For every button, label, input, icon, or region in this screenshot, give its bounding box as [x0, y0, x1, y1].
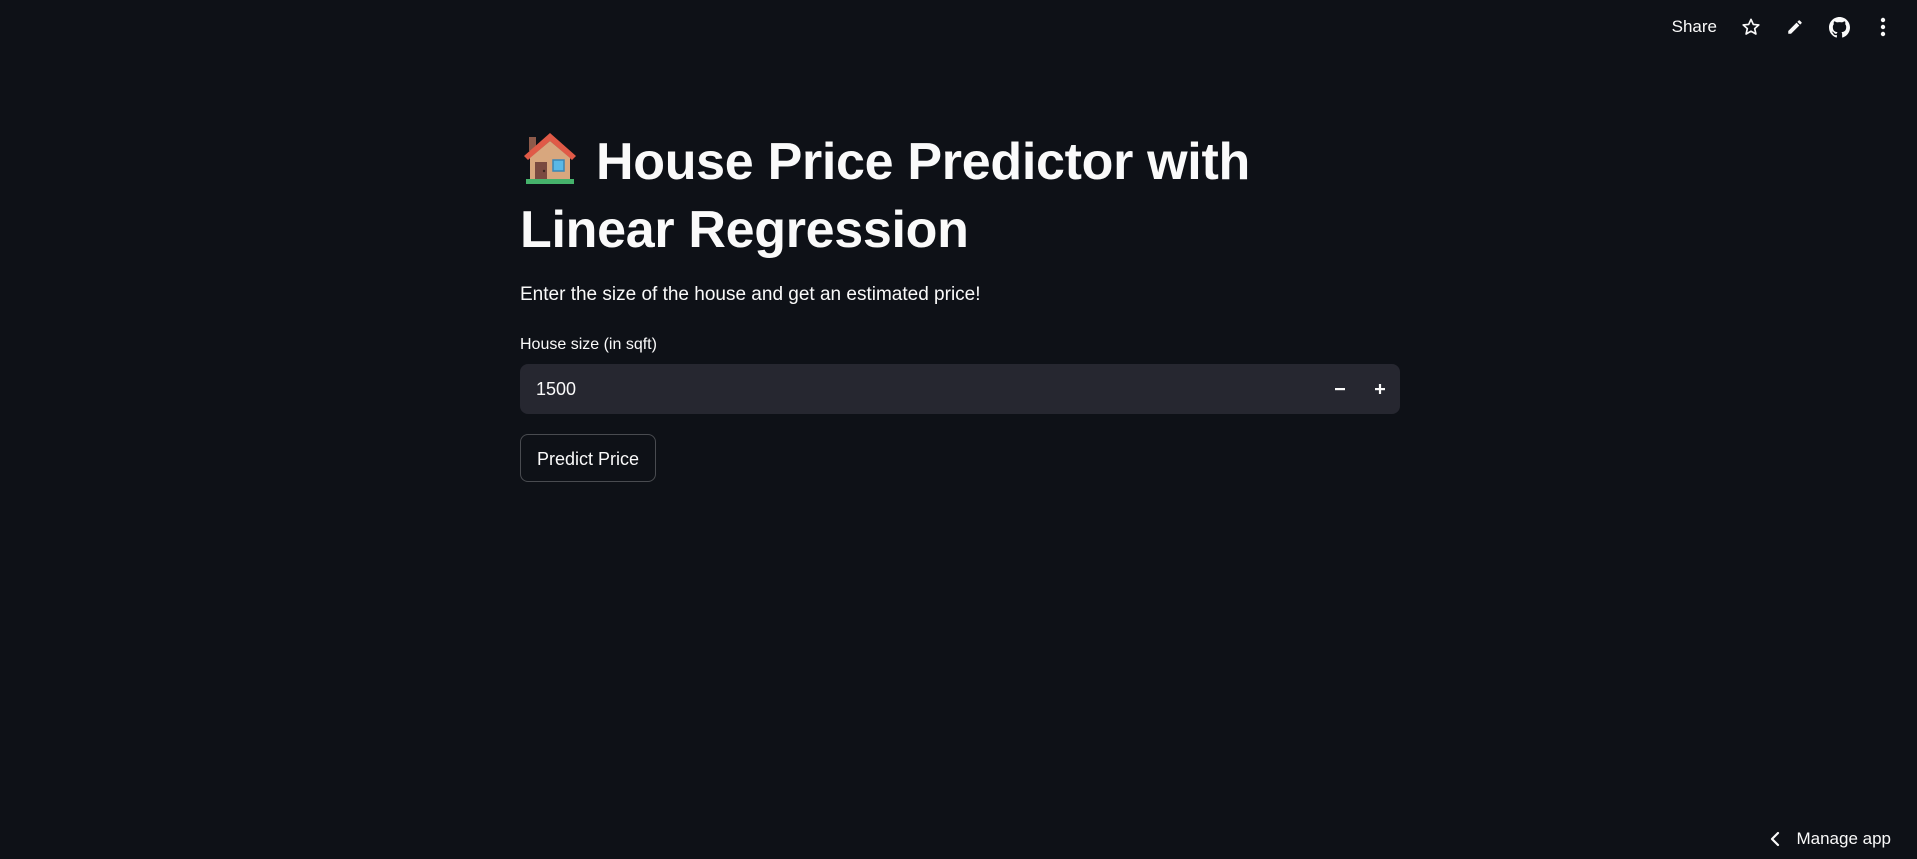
manage-app-label: Manage app	[1796, 829, 1891, 848]
page-title: House Price Predictor with Linear Regres…	[520, 128, 1300, 264]
star-icon	[1742, 18, 1760, 35]
edit-button[interactable]	[1775, 9, 1815, 45]
main-menu-button[interactable]	[1863, 9, 1903, 45]
app-root: Share House Price Predictor with Linear …	[0, 0, 1917, 859]
predict-price-button[interactable]: Predict Price	[520, 434, 657, 482]
manage-app-button[interactable]: Manage app	[1770, 827, 1891, 851]
star-button[interactable]	[1731, 9, 1771, 45]
minus-icon	[1335, 388, 1345, 391]
main-content: House Price Predictor with Linear Regres…	[520, 128, 1400, 482]
page-title-text: House Price Predictor with Linear Regres…	[520, 133, 1250, 259]
increment-button[interactable]	[1360, 364, 1400, 414]
more-vertical-icon	[1880, 17, 1886, 37]
share-button[interactable]: Share	[1662, 11, 1727, 43]
github-icon	[1828, 16, 1850, 37]
house-size-label: House size (in sqft)	[520, 336, 657, 353]
house-size-number-input	[520, 363, 1400, 415]
house-icon	[524, 133, 576, 184]
plus-icon	[1375, 384, 1385, 394]
page-subtitle: Enter the size of the house and get an e…	[520, 284, 981, 305]
github-button[interactable]	[1819, 9, 1859, 45]
pencil-icon	[1788, 20, 1802, 34]
house-size-input[interactable]	[520, 363, 1320, 415]
chevron-left-icon	[1771, 831, 1780, 847]
top-toolbar: Share	[1662, 8, 1903, 46]
decrement-button[interactable]	[1320, 364, 1360, 414]
